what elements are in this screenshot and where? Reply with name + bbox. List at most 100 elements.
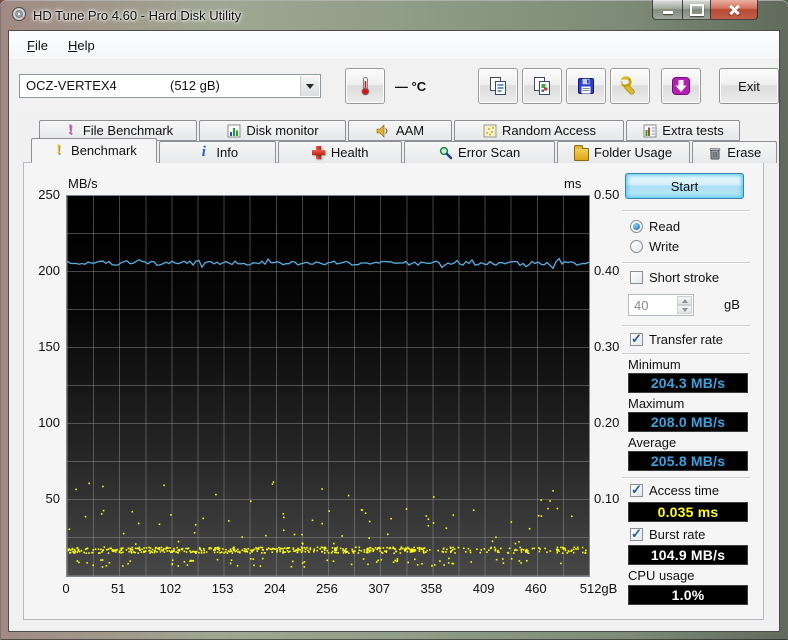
tab-erase[interactable]: Erase [691, 141, 777, 163]
x-tick: 460 [524, 581, 547, 596]
start-button[interactable]: Start [625, 173, 744, 199]
chevron-down-icon [299, 76, 319, 96]
short-stroke-checkbox[interactable] [630, 271, 643, 284]
tab-benchmark[interactable]: Benchmark [31, 138, 157, 163]
aam-icon [376, 123, 391, 138]
file-benchmark-icon [63, 123, 78, 138]
y-left-tick: 150 [38, 339, 60, 354]
close-icon [728, 4, 740, 16]
x-tick: 153 [211, 581, 234, 596]
x-tick: 409 [472, 581, 495, 596]
spinner-down-button[interactable] [677, 305, 692, 314]
x-tick: 307 [368, 581, 391, 596]
error-scan-icon [438, 145, 453, 160]
scroll-button[interactable] [661, 68, 702, 104]
y-right-tick: 0.40 [594, 263, 620, 278]
x-tick: 204 [263, 581, 286, 596]
benchmark-icon [51, 143, 66, 158]
burst-rate-value: 104.9 MB/s [628, 545, 748, 565]
tab-folder-usage[interactable]: Folder Usage [556, 141, 690, 163]
temperature-readout: — °C [394, 78, 427, 94]
tab-strip: File Benchmark Disk monitor [9, 120, 779, 163]
copy-screenshot-button[interactable] [522, 68, 563, 104]
options-button[interactable] [610, 68, 651, 104]
tab-health[interactable]: Health [277, 141, 402, 163]
health-icon [311, 146, 325, 159]
y-left-tick: 250 [38, 187, 60, 202]
save-screenshot-button[interactable] [566, 68, 607, 104]
x-tick: 512gB [579, 581, 618, 596]
benchmark-controls: Start Read Write Short stroke 40 gB ✓ Tr… [622, 163, 752, 619]
short-stroke-label: Short stroke [649, 270, 720, 285]
title-bar[interactable]: HD Tune Pro 4.60 - Hard Disk Utility [0, 0, 788, 30]
random-access-icon [482, 123, 497, 138]
app-icon [11, 6, 27, 25]
transfer-rate-checkbox[interactable] [630, 331, 643, 347]
client-area: File Help OCZ-VERTEX4 (512 gB) — °C Exit… [8, 30, 780, 632]
short-stroke-size-spinner[interactable]: 40 [628, 294, 694, 316]
maximum-label: Maximum [628, 396, 685, 411]
thermometer-icon [354, 75, 376, 97]
y-left-axis-unit: MB/s [68, 176, 98, 191]
x-tick: 102 [159, 581, 182, 596]
short-stroke-unit: gB [724, 297, 740, 312]
minimum-value: 204.3 MB/s [628, 373, 748, 393]
scroll-icon [670, 75, 692, 97]
drive-select[interactable]: OCZ-VERTEX4 (512 gB) [19, 74, 321, 98]
disk-monitor-icon [226, 123, 241, 138]
benchmark-chart [66, 195, 590, 577]
transfer-rate-label: Transfer rate [649, 332, 723, 347]
tab-info[interactable]: Info [158, 141, 276, 163]
save-icon [575, 75, 597, 97]
separator [622, 210, 750, 212]
tab-disk-monitor[interactable]: Disk monitor [199, 120, 346, 141]
y-right-tick: 0.20 [594, 415, 620, 430]
tab-aam[interactable]: AAM [348, 120, 452, 141]
access-time-label: Access time [649, 483, 720, 498]
access-time-value: 0.035 ms [628, 502, 748, 522]
average-value: 205.8 MB/s [628, 451, 748, 471]
window-title: HD Tune Pro 4.60 - Hard Disk Utility [33, 8, 242, 23]
close-button[interactable] [711, 0, 758, 20]
menu-help[interactable]: Help [58, 35, 105, 56]
options-icon [619, 75, 641, 97]
minimize-icon [662, 11, 673, 14]
erase-icon [707, 145, 722, 160]
menu-file[interactable]: File [17, 35, 58, 56]
folder-usage-icon [574, 144, 590, 161]
app-window: HD Tune Pro 4.60 - Hard Disk Utility Fil… [0, 0, 788, 640]
read-radio[interactable] [630, 220, 643, 233]
tab-extra-tests[interactable]: Extra tests [626, 120, 740, 141]
spinner-up-button[interactable] [677, 296, 692, 305]
burst-rate-checkbox[interactable] [630, 526, 643, 542]
y-right-tick: 0.30 [594, 339, 620, 354]
separator [622, 325, 750, 327]
menu-bar: File Help [9, 31, 779, 60]
maximum-value: 208.0 MB/s [628, 412, 748, 432]
write-radio[interactable] [630, 240, 643, 253]
transfer-rate-line [67, 257, 589, 270]
temperature-button[interactable] [344, 68, 385, 104]
access-time-checkbox[interactable] [630, 482, 643, 498]
maximize-button[interactable] [682, 0, 711, 20]
separator [622, 262, 750, 264]
tab-random-access[interactable]: Random Access [454, 120, 624, 141]
read-radio-label: Read [649, 219, 681, 234]
tab-error-scan[interactable]: Error Scan [403, 141, 555, 163]
cpu-usage-value: 1.0% [628, 585, 748, 605]
burst-rate-label: Burst rate [649, 527, 706, 542]
exit-button[interactable]: Exit [719, 68, 779, 104]
y-right-tick: 0.50 [594, 187, 620, 202]
copy-report-button[interactable] [478, 68, 519, 104]
drive-size: (512 gB) [170, 78, 220, 93]
minimize-button[interactable] [652, 0, 682, 20]
y-left-tick: 100 [38, 415, 60, 430]
maximize-icon [689, 3, 704, 16]
copy-report-icon [487, 75, 509, 97]
drive-name: OCZ-VERTEX4 [26, 78, 117, 93]
y-right-tick: 0.10 [594, 491, 620, 506]
x-tick: 256 [316, 581, 338, 596]
x-tick: 51 [110, 581, 126, 596]
y-right-axis-unit: ms [564, 176, 582, 191]
separator [622, 353, 750, 355]
